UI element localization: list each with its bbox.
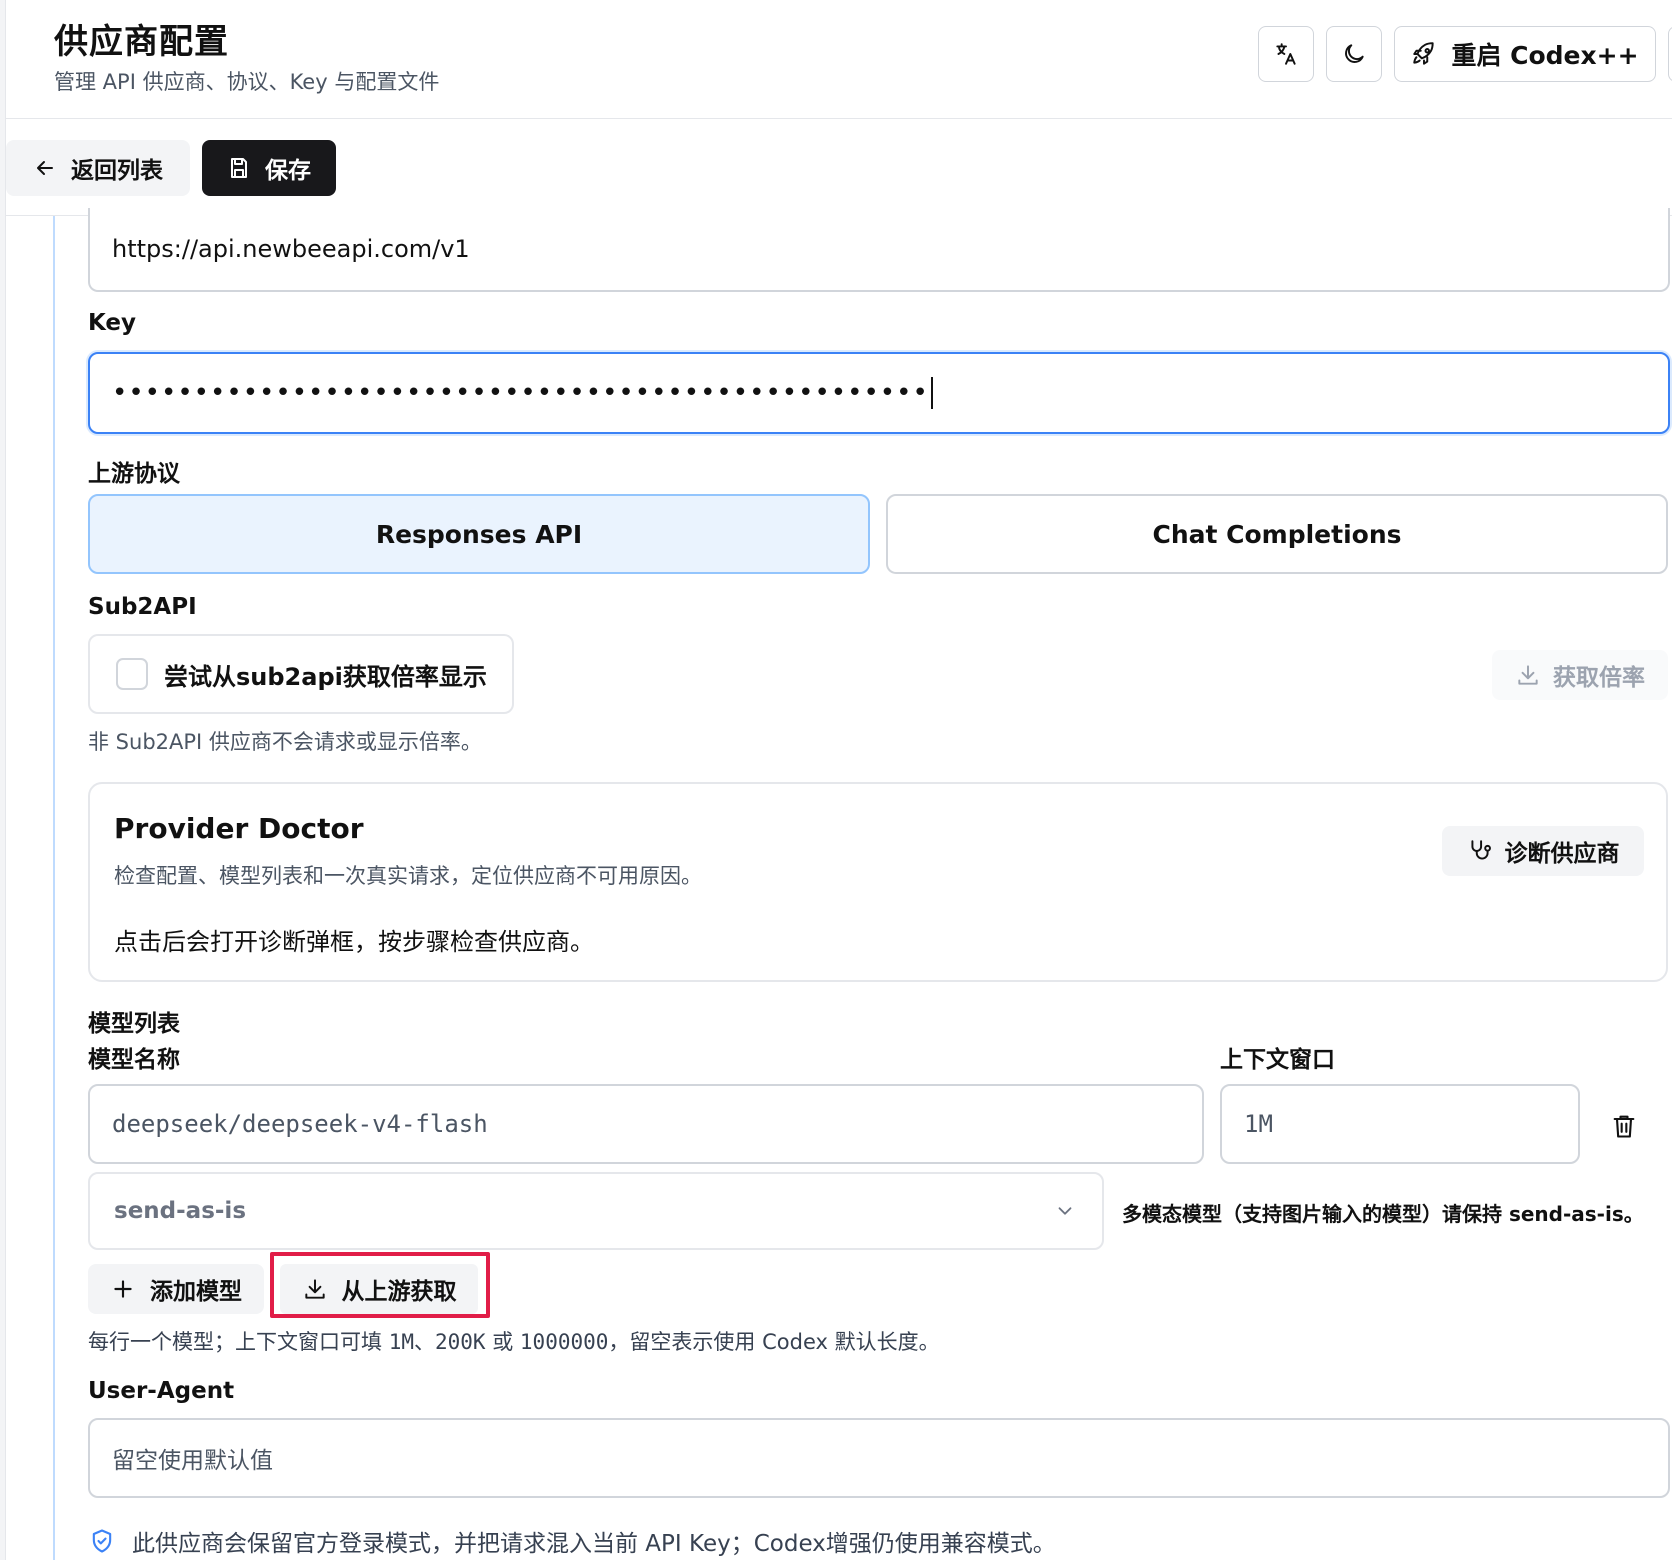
add-model-button[interactable]: 添加模型 [88, 1264, 264, 1314]
save-button[interactable]: 保存 [202, 140, 336, 196]
plus-icon [114, 1280, 132, 1298]
left-gutter [0, 0, 6, 1560]
stethoscope-icon [1470, 840, 1491, 860]
user-agent-label: User-Agent [88, 1378, 235, 1404]
moon-icon [1345, 44, 1364, 63]
diagnose-provider-button[interactable]: 诊断供应商 [1442, 826, 1644, 876]
chevron-down-icon [1058, 1207, 1072, 1215]
protocol-option-responses[interactable]: Responses API [88, 494, 870, 574]
page-subtitle: 管理 API 供应商、协议、Key 与配置文件 [54, 70, 440, 94]
trash-icon [1613, 1115, 1635, 1138]
protocol-option-responses-label: Responses API [375, 519, 583, 549]
models-hint-part-a: 每行一个模型；上下文窗口可填 [88, 1330, 389, 1354]
context-window-input[interactable]: 1M [1220, 1084, 1580, 1164]
user-agent-placeholder: 留空使用默认值 [112, 1448, 273, 1474]
sub2api-label: Sub2API [88, 594, 197, 620]
fetch-rate-button[interactable]: 获取倍率 [1492, 650, 1668, 700]
shield-check-icon [92, 1529, 112, 1553]
base-url-input[interactable]: https://api.newbeeapi.com/v1 [88, 208, 1670, 292]
fetch-rate-label: 获取倍率 [1553, 665, 1645, 691]
more-button[interactable] [1668, 26, 1672, 82]
model-mode-hint: 多模态模型（支持图片输入的模型）请保持 send-as-is。 [1122, 1202, 1644, 1226]
translate-button[interactable] [1258, 26, 1314, 82]
footer-note: 此供应商会保留官方登录模式，并把请求混入当前 API Key；Codex增强仍使… [88, 1524, 1056, 1558]
diagnose-label: 诊断供应商 [1504, 841, 1620, 867]
model-mode-select[interactable]: send-as-is [88, 1172, 1104, 1250]
provider-doctor-card: Provider Doctor 检查配置、模型列表和一次真实请求，定位供应商不可… [88, 782, 1668, 982]
restart-codex-label: 重启 Codex++ [1451, 41, 1639, 70]
download-icon [304, 1279, 325, 1299]
sub2api-checkbox[interactable] [116, 658, 148, 690]
doctor-title: Provider Doctor [114, 812, 364, 845]
sub2api-checkbox-label: 尝试从sub2api获取倍率显示 [164, 662, 487, 691]
add-model-label: 添加模型 [150, 1279, 242, 1305]
protocol-option-chat-label: Chat Completions [1152, 519, 1402, 549]
sub2api-hint: 非 Sub2API 供应商不会请求或显示倍率。 [88, 730, 482, 754]
back-label: 返回列表 [71, 158, 163, 184]
fetch-upstream-label: 从上游获取 [341, 1279, 457, 1305]
model-mode-value: send-as-is [114, 1198, 247, 1224]
context-window-label: 上下文窗口 [1220, 1047, 1335, 1073]
models-hint-part-d: 1000000 [519, 1330, 609, 1354]
rocket-icon [1413, 42, 1435, 65]
key-input[interactable]: ••••••••••••••••••••••••••••••••••••••••… [88, 352, 1670, 434]
page-header: 供应商配置 管理 API 供应商、协议、Key 与配置文件 重启 Codex++ [6, 0, 1672, 119]
page-title: 供应商配置 [54, 22, 229, 62]
user-agent-input[interactable]: 留空使用默认值 [88, 1418, 1670, 1498]
action-bar: 返回列表 保存 [6, 120, 1672, 216]
model-name-input[interactable]: deepseek/deepseek-v4-flash [88, 1084, 1204, 1164]
key-value: ••••••••••••••••••••••••••••••••••••••••… [112, 378, 929, 408]
download-icon [1518, 665, 1538, 685]
text-caret [930, 377, 933, 409]
save-label: 保存 [265, 158, 311, 184]
theme-toggle-button[interactable] [1326, 26, 1382, 82]
models-hint-part-e: ，留空表示使用 Codex 默认长度。 [608, 1330, 940, 1354]
models-hint-part-c: 或 [485, 1330, 520, 1354]
protocol-option-chat-completions[interactable]: Chat Completions [886, 494, 1668, 574]
fetch-from-upstream-button[interactable]: 从上游获取 [280, 1264, 478, 1314]
model-name-value: deepseek/deepseek-v4-flash [112, 1110, 488, 1138]
model-name-label: 模型名称 [88, 1047, 180, 1073]
restart-codex-button[interactable]: 重启 Codex++ [1394, 26, 1656, 82]
save-icon [231, 158, 247, 178]
protocol-label: 上游协议 [88, 461, 180, 487]
base-url-value: https://api.newbeeapi.com/v1 [112, 235, 470, 263]
back-to-list-button[interactable]: 返回列表 [6, 140, 190, 196]
arrow-left-icon [37, 161, 53, 175]
key-label: Key [88, 310, 137, 336]
models-label: 模型列表 [88, 1011, 180, 1037]
doctor-description: 检查配置、模型列表和一次真实请求，定位供应商不可用原因。 [114, 864, 702, 888]
translate-icon [1276, 43, 1296, 65]
sub2api-checkbox-card[interactable]: 尝试从sub2api获取倍率显示 [88, 634, 514, 714]
section-indicator-line [53, 216, 55, 1560]
context-window-value: 1M [1244, 1110, 1273, 1138]
models-hint: 每行一个模型；上下文窗口可填 1M、200K 或 1000000，留空表示使用 … [88, 1326, 940, 1356]
models-hint-part-b: 1M、200K [388, 1330, 486, 1354]
delete-model-button[interactable] [1606, 1108, 1642, 1144]
doctor-note: 点击后会打开诊断弹框，按步骤检查供应商。 [114, 928, 594, 956]
footer-note-text: 此供应商会保留官方登录模式，并把请求混入当前 API Key；Codex增强仍使… [132, 1531, 1056, 1557]
